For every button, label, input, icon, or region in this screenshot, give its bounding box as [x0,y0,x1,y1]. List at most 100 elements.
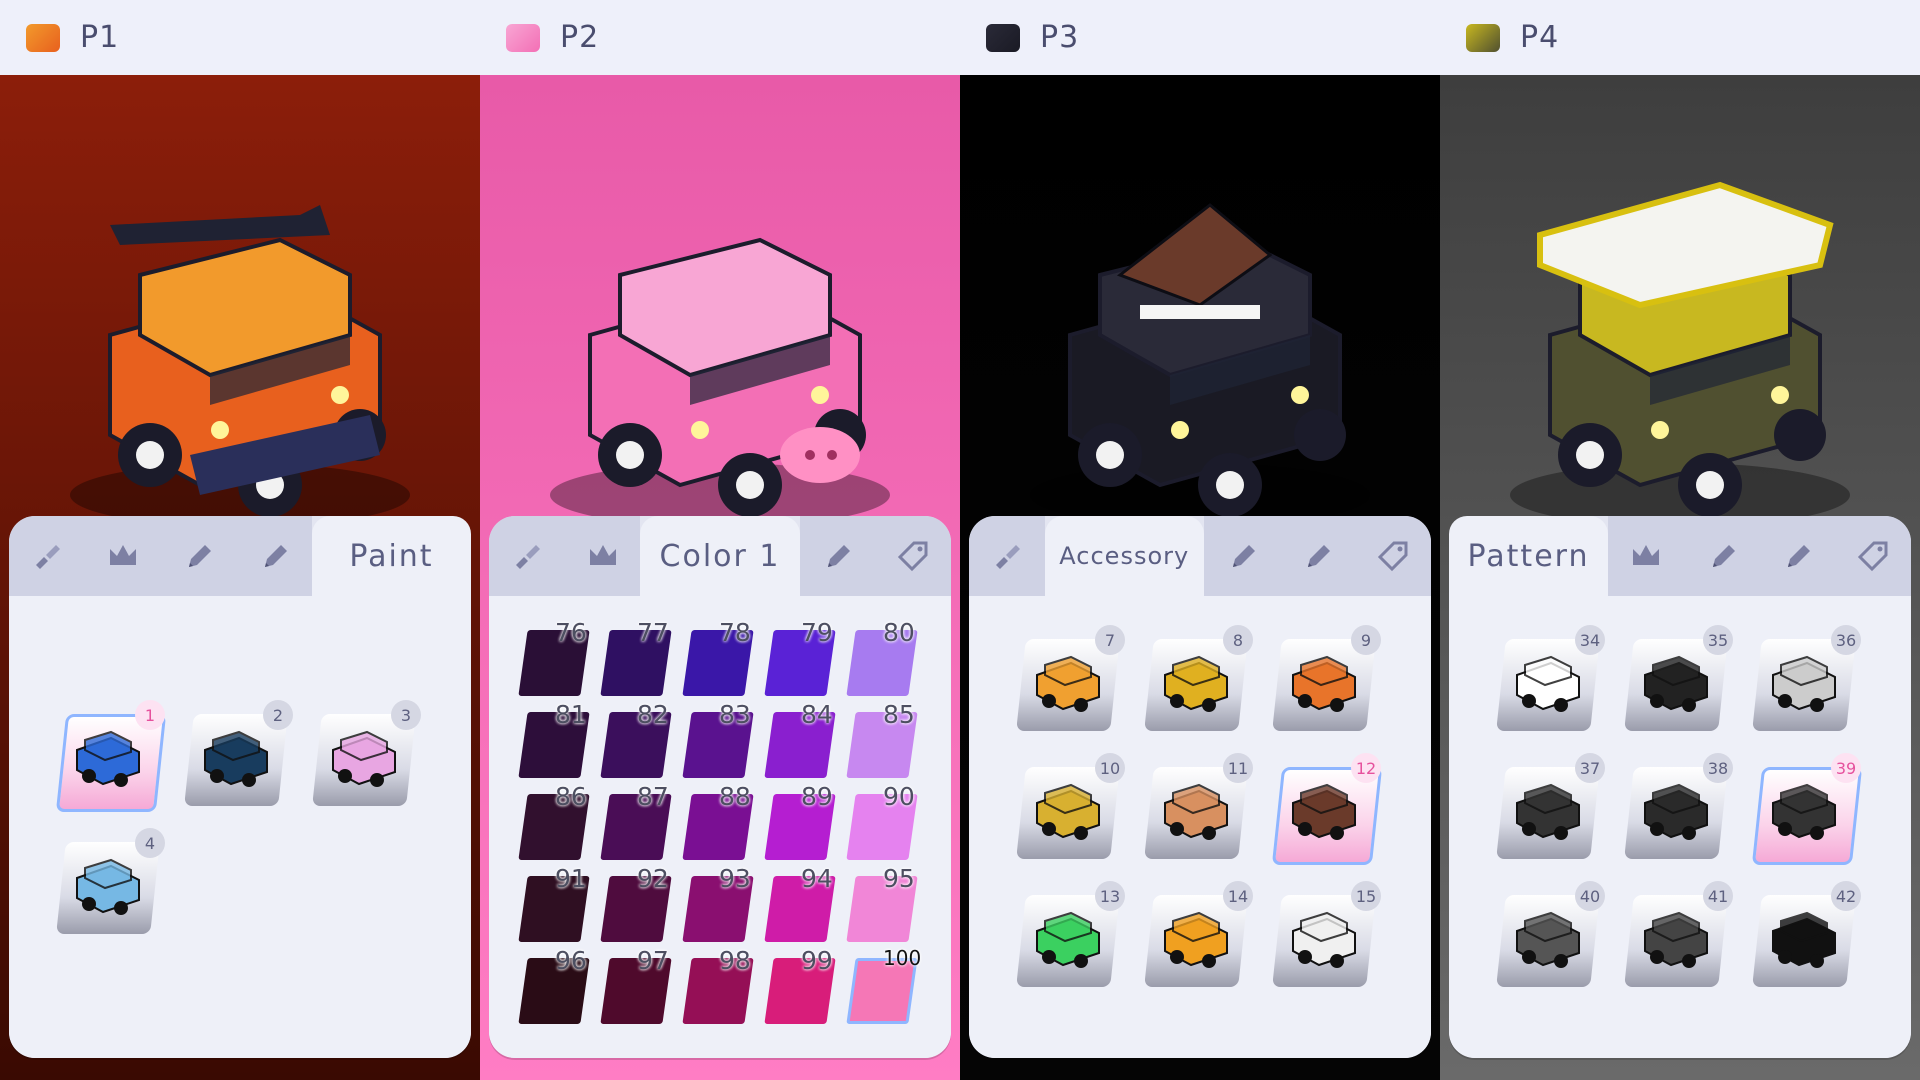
tab-tag[interactable] [1835,516,1911,596]
item-thumbnail [1292,655,1356,712]
inventory-item[interactable]: 41 [1624,881,1733,987]
vehicle-preview[interactable] [1480,165,1880,545]
tab-pen[interactable] [1203,516,1280,596]
tab-color-1[interactable]: Color 1 [640,516,800,596]
inventory-item[interactable]: 4 [56,828,165,934]
item-number-badge: 12 [1351,753,1381,783]
pen-icon [265,545,288,567]
inventory-item[interactable]: 3 [312,700,421,806]
tab-pen[interactable] [1279,516,1356,596]
tab-pen[interactable] [236,516,312,596]
item-thumbnail [204,730,268,787]
player-car-icon [26,23,60,52]
inventory-item[interactable]: 2 [184,700,293,806]
item-thumbnail [1292,911,1356,968]
tab-tag[interactable] [1355,516,1431,596]
swatch-number: 93 [719,864,751,893]
item-thumbnail [1164,911,1228,968]
item-number-badge: 2 [263,700,293,730]
inventory-item[interactable]: 14 [1144,881,1253,987]
item-number-badge: 42 [1831,881,1861,911]
inventory-item[interactable]: 1 [55,700,167,812]
item-thumbnail [332,730,396,787]
vehicle-preview[interactable] [1000,165,1400,545]
tab-pattern[interactable]: Pattern [1449,516,1609,596]
brush-icon [995,545,1020,569]
item-thumbnail [1772,911,1836,968]
inventory-item[interactable]: 38 [1624,753,1733,859]
tab-brush[interactable] [489,516,565,596]
inventory-item[interactable]: 13 [1016,881,1125,987]
crown-icon [109,545,136,565]
swatch-number: 87 [637,782,669,811]
swatch-number: 79 [801,618,833,647]
item-thumbnail [1772,783,1836,840]
tab-pen[interactable] [799,516,876,596]
category-tabs: Color 1 [489,516,951,596]
tab-pen[interactable] [1759,516,1836,596]
item-thumbnail [1164,655,1228,712]
tab-brush[interactable] [9,516,85,596]
item-grid: 76 77 78 79 80 81 82 83 84 85 86 87 88 89 90 91 92 93 94 95… [511,616,931,1056]
item-thumbnail [1644,783,1708,840]
item-number-badge: 8 [1223,625,1253,655]
tab-brush[interactable] [969,516,1045,596]
inventory-item[interactable]: 35 [1624,625,1733,731]
swatch-number: 82 [637,700,669,729]
item-number-badge: 39 [1831,753,1861,783]
tab-crown[interactable] [1608,516,1684,596]
inventory-item[interactable]: 9 [1272,625,1381,731]
inventory-item[interactable]: 42 [1752,881,1861,987]
item-thumbnail [1644,655,1708,712]
swatch-number: 99 [801,946,833,975]
inventory-item[interactable]: 8 [1144,625,1253,731]
inventory-item[interactable]: 7 [1016,625,1125,731]
item-number-badge: 35 [1703,625,1733,655]
inventory-item[interactable]: 15 [1272,881,1381,987]
customization-card: Pattern 34 35 36 37 38 39 40 41 42 [1449,516,1911,1058]
inventory-item[interactable]: 11 [1144,753,1253,859]
tab-accessory[interactable]: Accessory [1044,516,1204,596]
tab-pen[interactable] [1683,516,1760,596]
player-label: P4 [1520,20,1560,55]
tab-pen[interactable] [160,516,237,596]
inventory-item[interactable]: 34 [1496,625,1605,731]
tab-tag[interactable] [875,516,951,596]
inventory-item[interactable]: 37 [1496,753,1605,859]
inventory-item[interactable]: 36 [1752,625,1861,731]
swatch-number: 100 [883,946,922,970]
player-header: P1 [0,0,480,75]
tag-icon [897,541,928,572]
tab-crown[interactable] [84,516,161,596]
item-number-badge: 15 [1351,881,1381,911]
swatch-number: 98 [719,946,751,975]
customization-card: Paint 1 2 3 4 [9,516,471,1058]
inventory-item[interactable]: 39 [1751,753,1863,865]
inventory-item[interactable]: 12 [1271,753,1383,865]
crown-icon [589,545,616,565]
item-grid: 7 8 9 10 11 12 13 14 15 [991,616,1411,1056]
inventory-item[interactable]: 40 [1496,881,1605,987]
inventory-item[interactable]: 10 [1016,753,1125,859]
swatch-number: 92 [637,864,669,893]
item-list: 1 2 3 4 [9,596,471,1058]
tag-icon [1377,541,1408,572]
item-number-badge: 13 [1095,881,1125,911]
item-number-badge: 34 [1575,625,1605,655]
item-thumbnail [1516,783,1580,840]
pen-icon [1712,545,1735,567]
tab-crown[interactable] [564,516,641,596]
player-header: P2 [480,0,960,75]
customization-card: Accessory 7 8 9 10 11 12 13 14 15 [969,516,1431,1058]
vehicle-preview[interactable] [520,165,920,545]
swatch-number: 95 [883,864,915,893]
item-list: 7 8 9 10 11 12 13 14 15 [969,596,1431,1058]
vehicle-preview[interactable] [40,165,440,545]
swatch-number: 76 [555,618,587,647]
item-thumbnail [76,730,140,787]
split-screen: P1 Paint 1 2 3 4 P2 Color 1 76 77 78 79 80 81 82 83 84 8… [0,0,1920,1080]
category-tabs: Accessory [969,516,1431,596]
swatch-number: 77 [637,618,669,647]
category-tabs: Pattern [1449,516,1911,596]
tab-paint[interactable]: Paint [311,516,471,596]
